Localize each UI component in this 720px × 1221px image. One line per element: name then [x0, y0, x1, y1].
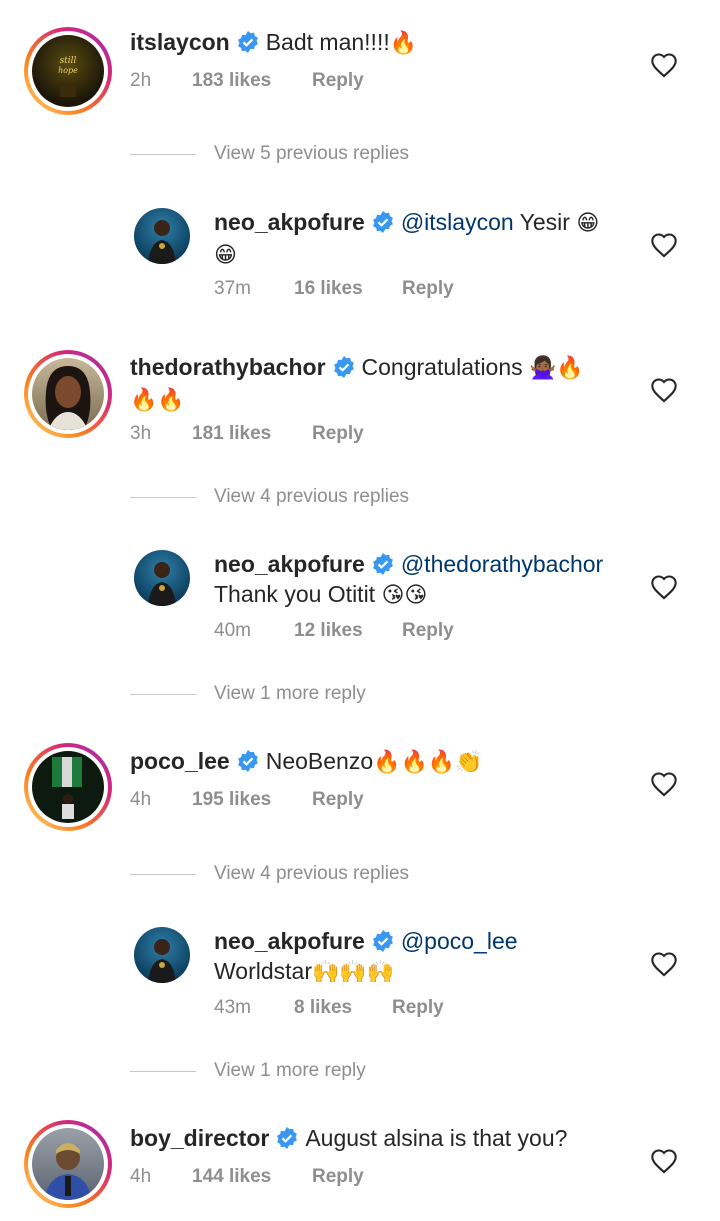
comment-meta: 37m 16 likes Reply	[214, 278, 454, 300]
comment-likes[interactable]: 181 likes	[192, 423, 312, 445]
view-replies-label[interactable]: View 1 more reply	[214, 1060, 366, 1082]
comment-body: itslaycon Badt man!!!!🔥	[130, 27, 630, 59]
view-more-replies[interactable]: View 1 more reply	[130, 1060, 366, 1082]
comment-meta: 40m 12 likes Reply	[214, 620, 454, 642]
comment-time: 4h	[130, 789, 152, 810]
comment-username[interactable]: itslaycon	[130, 29, 230, 55]
heart-icon[interactable]	[650, 951, 678, 977]
comment-time: 40m	[214, 620, 251, 641]
comment-likes[interactable]: 12 likes	[294, 620, 402, 642]
mention-link[interactable]: @thedorathybachor	[401, 551, 603, 577]
reply-button[interactable]: Reply	[312, 1166, 364, 1188]
comment-body: boy_director August alsina is that you?	[130, 1123, 630, 1153]
comment-text: August alsina is that you?	[305, 1125, 568, 1151]
avatar-thedorathybachor[interactable]	[24, 350, 112, 438]
fire-emoji: 🔥🔥	[130, 388, 185, 413]
avatar-neo-akpofure[interactable]	[134, 550, 190, 606]
reply-button[interactable]: Reply	[312, 70, 364, 92]
comment-likes[interactable]: 195 likes	[192, 789, 312, 811]
mention-link[interactable]: @poco_lee	[401, 928, 518, 954]
comment-time: 3h	[130, 423, 152, 444]
comment-text: Thank you Otitit	[214, 581, 376, 607]
comment-username[interactable]: poco_lee	[130, 748, 230, 774]
avatar-neo-akpofure[interactable]	[134, 208, 190, 264]
comment-username[interactable]: neo_akpofure	[214, 551, 365, 577]
divider	[130, 693, 196, 695]
comment-text: NeoBenzo	[265, 748, 374, 774]
comment-body: poco_lee NeoBenzo🔥🔥🔥👏	[130, 746, 630, 778]
comment-text: Congratulations	[361, 354, 523, 380]
reply-button[interactable]: Reply	[312, 789, 364, 811]
heart-icon[interactable]	[650, 377, 678, 403]
comment-text: Badt man!!!!	[265, 29, 390, 55]
view-replies-label[interactable]: View 1 more reply	[214, 683, 366, 705]
heart-icon[interactable]	[650, 574, 678, 600]
comment-time: 4h	[130, 1166, 152, 1187]
avatar-poco-lee[interactable]	[24, 743, 112, 831]
kiss-emoji: 😘😘	[381, 583, 428, 608]
heart-icon[interactable]	[650, 232, 678, 258]
verified-icon	[372, 930, 393, 952]
comment-likes[interactable]: 183 likes	[192, 70, 312, 92]
verified-icon	[237, 750, 258, 772]
comment-username[interactable]: thedorathybachor	[130, 354, 326, 380]
mention-link[interactable]: @itslaycon	[401, 209, 514, 235]
verified-icon	[237, 31, 258, 53]
svg-text:hope: hope	[58, 66, 78, 75]
comment-text: Yesir	[513, 209, 570, 235]
view-more-replies[interactable]: View 1 more reply	[130, 683, 366, 705]
avatar-neo-akpofure[interactable]	[134, 927, 190, 983]
reply-body: neo_akpofure @itslaycon Yesir 😁 😁	[214, 207, 630, 271]
view-replies-label[interactable]: View 4 previous replies	[214, 863, 409, 885]
comment-username[interactable]: neo_akpofure	[214, 209, 365, 235]
avatar-itslaycon[interactable]: still hope	[24, 27, 112, 115]
comment-body: thedorathybachor Congratulations 🙅🏾‍♀️🔥 🔥🔥	[130, 352, 630, 416]
view-previous-replies[interactable]: View 4 previous replies	[130, 486, 409, 508]
svg-text:still: still	[60, 56, 77, 66]
grin-emoji: 😁	[576, 211, 600, 236]
comment-meta: 3h 181 likes Reply	[130, 423, 364, 445]
view-previous-replies[interactable]: View 5 previous replies	[130, 143, 409, 165]
reply-body: neo_akpofure @poco_lee Worldstar🙌🙌🙌	[214, 926, 630, 988]
verified-icon	[372, 553, 393, 575]
verified-icon	[372, 211, 393, 233]
reply-body: neo_akpofure @thedorathybachor Thank you O…	[214, 549, 630, 611]
avatar-boy-director[interactable]	[24, 1120, 112, 1208]
fire-emoji: 🔥	[389, 31, 418, 56]
divider	[130, 153, 196, 155]
comment-meta: 2h 183 likes Reply	[130, 70, 364, 92]
divider	[130, 496, 196, 498]
divider	[130, 873, 196, 875]
comment-meta: 4h 195 likes Reply	[130, 789, 364, 811]
reply-button[interactable]: Reply	[312, 423, 364, 445]
verified-icon	[277, 1127, 298, 1149]
comment-likes[interactable]: 16 likes	[294, 278, 402, 300]
emoji-group: 🙅🏾‍♀️🔥	[529, 356, 584, 381]
raised-hands-emoji: 🙌🙌🙌	[312, 960, 395, 985]
comment-meta: 43m 8 likes Reply	[214, 997, 444, 1019]
emoji-group: 🔥🔥🔥👏	[373, 750, 483, 775]
verified-icon	[333, 356, 354, 378]
comment-username[interactable]: boy_director	[130, 1125, 269, 1151]
comment-time: 37m	[214, 278, 251, 299]
comment-text: Worldstar	[214, 958, 312, 984]
comment-time: 43m	[214, 997, 251, 1018]
view-replies-label[interactable]: View 5 previous replies	[214, 143, 409, 165]
comment-likes[interactable]: 144 likes	[192, 1166, 312, 1188]
heart-icon[interactable]	[650, 52, 678, 78]
grin-emoji: 😁	[214, 243, 237, 268]
comment-time: 2h	[130, 70, 152, 91]
reply-button[interactable]: Reply	[402, 620, 454, 642]
heart-icon[interactable]	[650, 771, 678, 797]
comment-likes[interactable]: 8 likes	[294, 997, 392, 1019]
reply-button[interactable]: Reply	[392, 997, 444, 1019]
comment-meta: 4h 144 likes Reply	[130, 1166, 364, 1188]
view-previous-replies[interactable]: View 4 previous replies	[130, 863, 409, 885]
comment-username[interactable]: neo_akpofure	[214, 928, 365, 954]
reply-button[interactable]: Reply	[402, 278, 454, 300]
heart-icon[interactable]	[650, 1148, 678, 1174]
view-replies-label[interactable]: View 4 previous replies	[214, 486, 409, 508]
divider	[130, 1070, 196, 1072]
